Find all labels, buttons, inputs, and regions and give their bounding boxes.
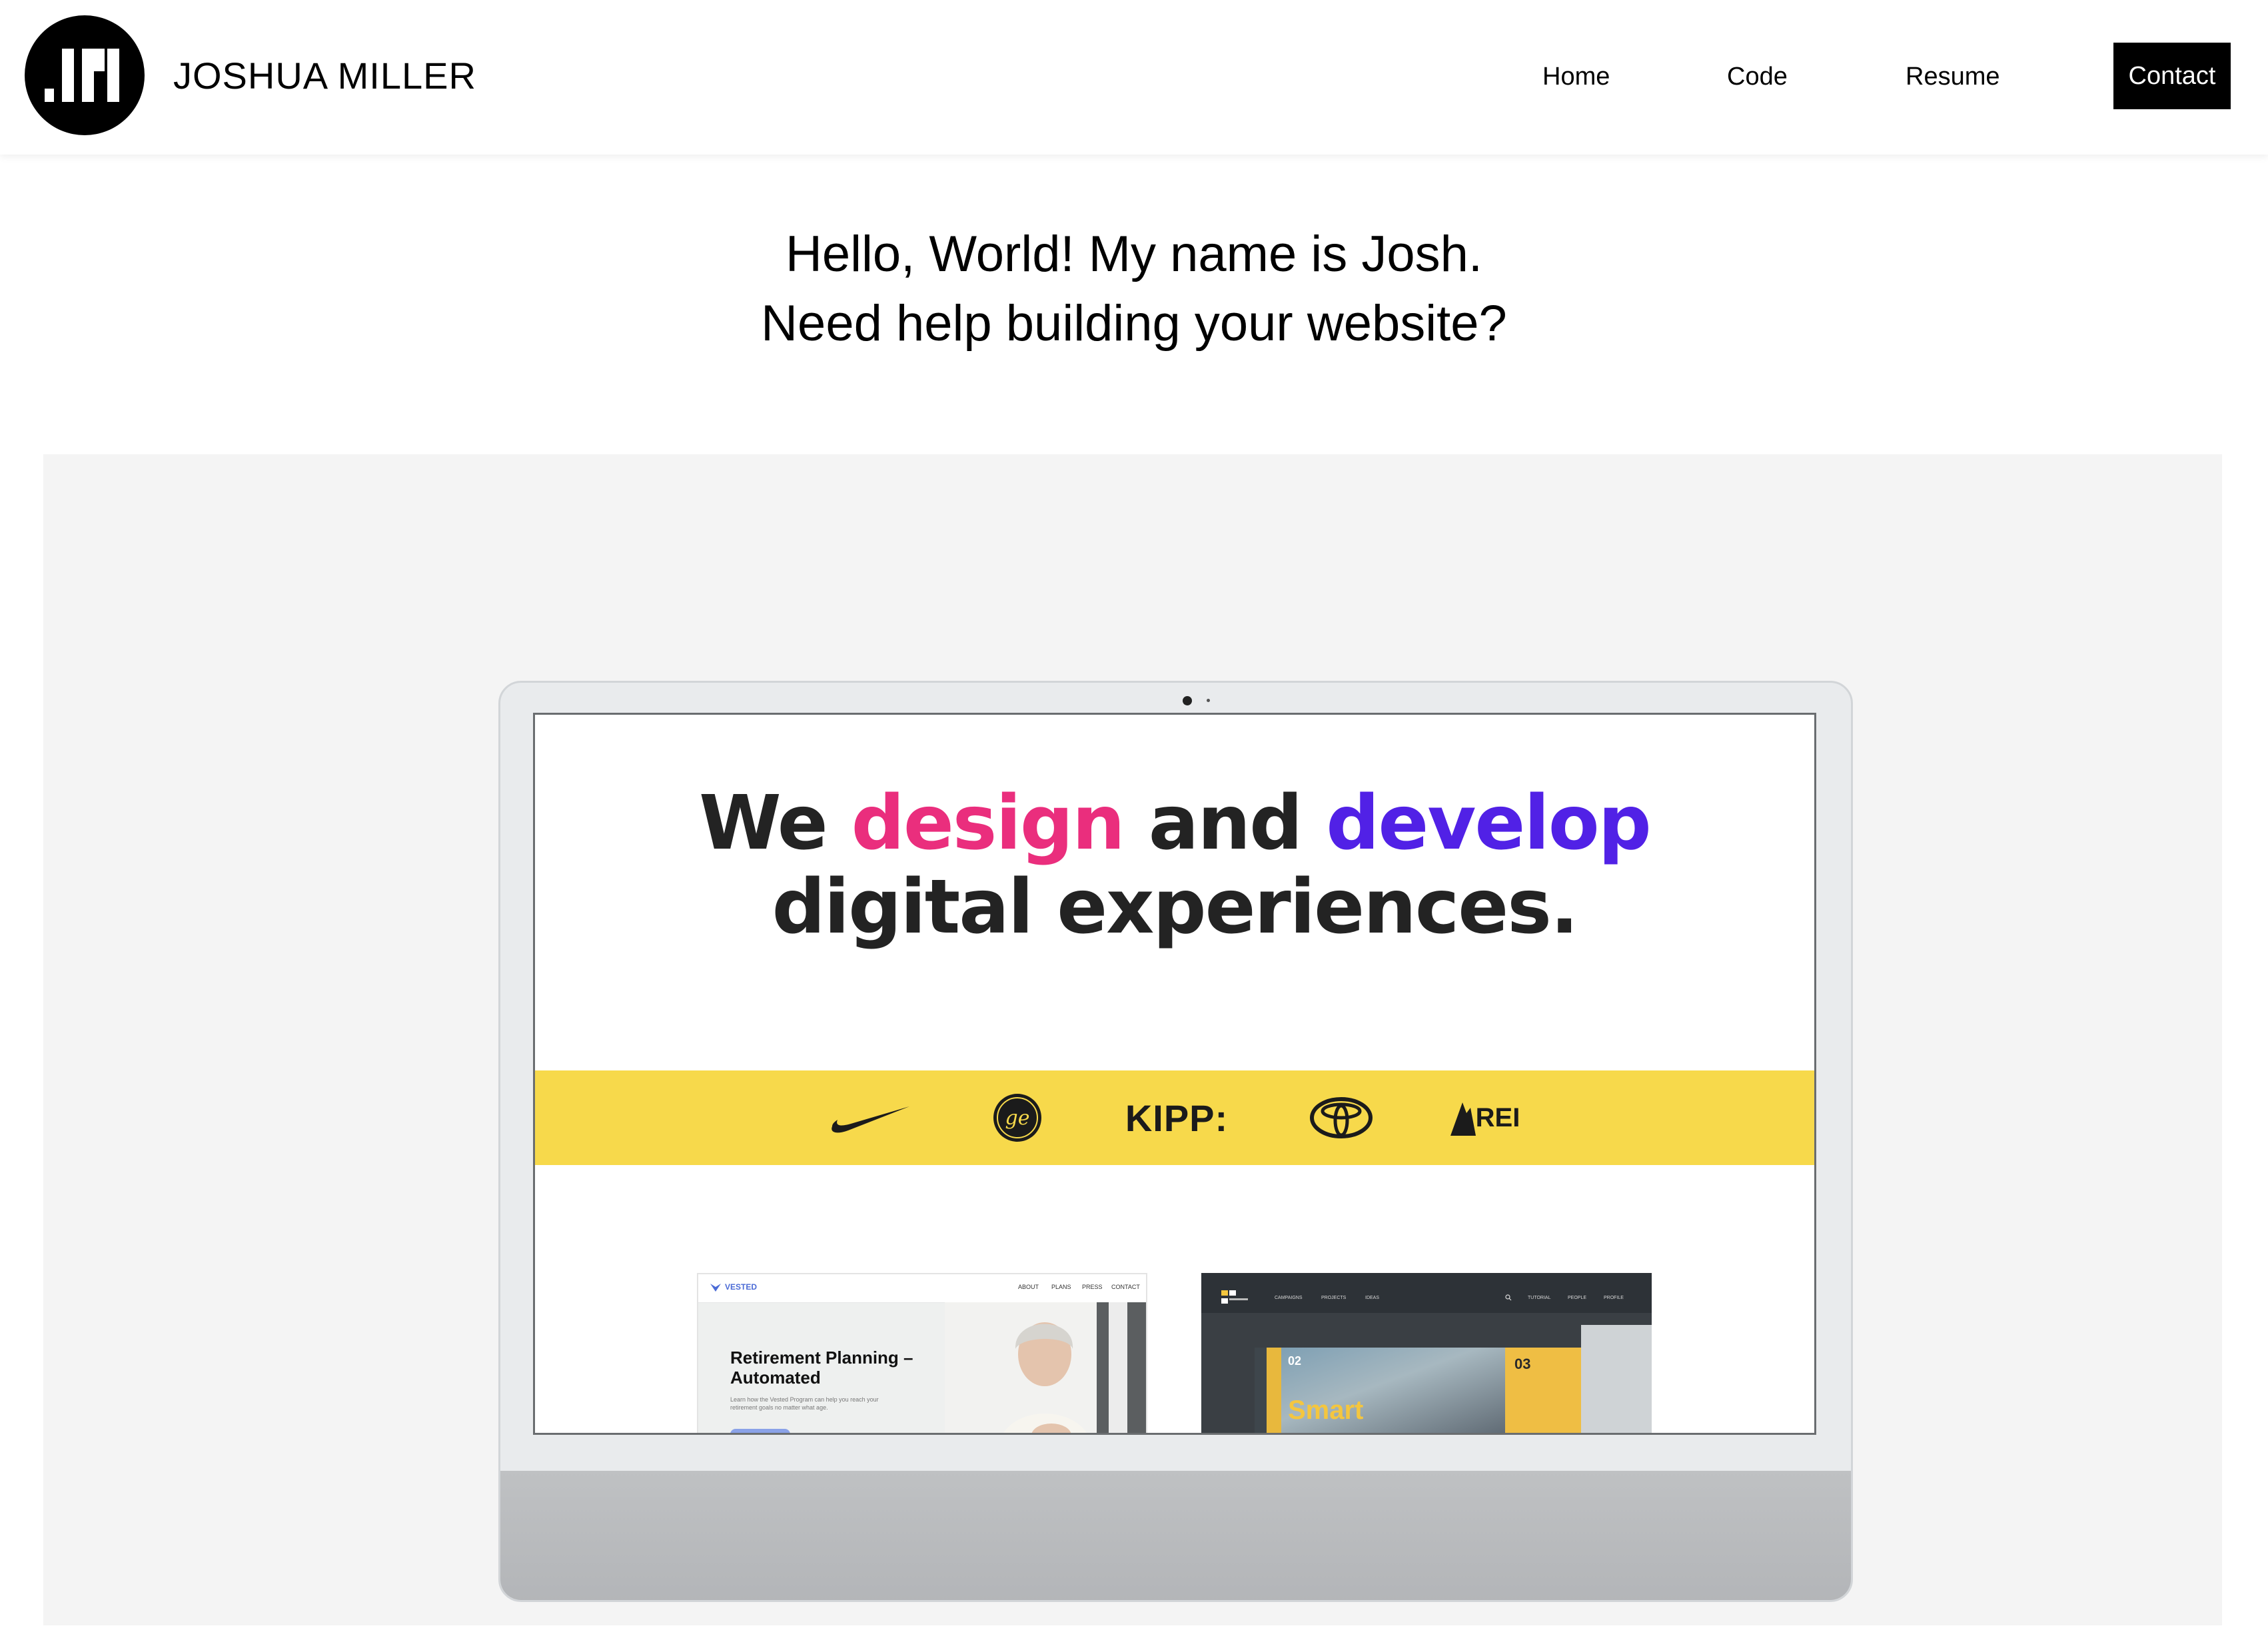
svg-text:ge: ge xyxy=(1005,1106,1030,1130)
nike-logo-icon xyxy=(826,1070,913,1165)
sensor-dot xyxy=(1207,699,1210,702)
smart-logo-icon xyxy=(1221,1290,1248,1304)
vested-logo-icon xyxy=(710,1284,721,1292)
smart-nav-people: PEOPLE xyxy=(1568,1296,1587,1300)
thumb-nav-press: PRESS xyxy=(1082,1284,1103,1290)
thumb-nav-about: ABOUT xyxy=(1018,1284,1039,1290)
site-header: JOSHUA MILLER Home Code Resume Contact xyxy=(0,0,2268,155)
headline-word-design: design xyxy=(851,780,1125,867)
search-icon xyxy=(1505,1294,1512,1301)
brand-name[interactable]: JOSHUA MILLER xyxy=(173,52,476,100)
thumb-navbar: VESTED ABOUT PLANS PRESS CONTACT xyxy=(698,1274,1146,1303)
thumb-nav-plans: PLANS xyxy=(1051,1284,1071,1290)
smart-nav-campaigns: CAMPAIGNS xyxy=(1275,1296,1303,1300)
nav-resume-link[interactable]: Resume xyxy=(1906,53,2000,100)
thumb-nav-contact: CONTACT xyxy=(1111,1284,1140,1290)
headline-word-develop: develop xyxy=(1326,780,1652,867)
camera-icon xyxy=(1183,696,1192,705)
headline-word-and: and xyxy=(1148,780,1303,867)
monitor-screen: We design and develop digital experience… xyxy=(533,713,1816,1435)
headline-word-we: We xyxy=(699,780,828,867)
client-logos-band: ge KIPP: REI xyxy=(535,1070,1814,1165)
project-thumbnail-vested[interactable]: VESTED ABOUT PLANS PRESS CONTACT Retirem… xyxy=(697,1273,1147,1433)
building-photo-image xyxy=(1581,1325,1652,1433)
smart-nav-profile: PROFILE xyxy=(1604,1296,1624,1300)
showcase-section: We design and develop digital experience… xyxy=(43,454,2222,1625)
contact-button[interactable]: Contact xyxy=(2113,43,2231,109)
toyota-logo-icon xyxy=(1308,1070,1375,1165)
nav-code-link[interactable]: Code xyxy=(1727,53,1788,100)
vested-logo-text: VESTED xyxy=(725,1282,758,1292)
slide-number-03: 03 xyxy=(1514,1356,1531,1372)
thumb-subtitle: Learn how the Vested Program can help yo… xyxy=(730,1396,879,1411)
thumb-cta-button xyxy=(730,1429,790,1433)
smart-nav-tutorial: TUTORIAL xyxy=(1528,1296,1551,1300)
smart-title: Smart xyxy=(1288,1396,1364,1425)
smart-nav-ideas: IDEAS xyxy=(1365,1296,1380,1300)
monitor-chin xyxy=(500,1471,1851,1600)
hero-line-2: Need help building your website? xyxy=(761,295,1507,352)
hero-line-1: Hello, World! My name is Josh. xyxy=(785,226,1483,282)
rei-logo-icon: REI xyxy=(1448,1070,1521,1165)
rei-logo-text: REI xyxy=(1475,1102,1520,1132)
slide-number-02: 02 xyxy=(1288,1354,1302,1368)
project-thumbnail-smart[interactable]: CAMPAIGNS PROJECTS IDEAS TUTORIAL PEOPLE… xyxy=(1201,1273,1652,1433)
thumb-title: Retirement Planning – Automated xyxy=(730,1348,913,1388)
jm-logo-icon[interactable] xyxy=(25,15,145,135)
woman-portrait-image xyxy=(945,1302,1146,1433)
nav-home-link[interactable]: Home xyxy=(1542,53,1610,100)
screen-headline: We design and develop digital experience… xyxy=(535,781,1814,949)
thumb-smart-navbar: CAMPAIGNS PROJECTS IDEAS TUTORIAL PEOPLE… xyxy=(1201,1273,1652,1313)
ge-logo-icon: ge xyxy=(991,1070,1044,1165)
headline-line-2: digital experiences. xyxy=(772,864,1579,951)
kipp-logo: KIPP: xyxy=(1125,1096,1229,1139)
monitor-mockup: We design and develop digital experience… xyxy=(498,681,1853,1640)
hero-heading: Hello, World! My name is Josh. Need help… xyxy=(0,220,2268,358)
smart-nav-projects: PROJECTS xyxy=(1321,1296,1347,1300)
